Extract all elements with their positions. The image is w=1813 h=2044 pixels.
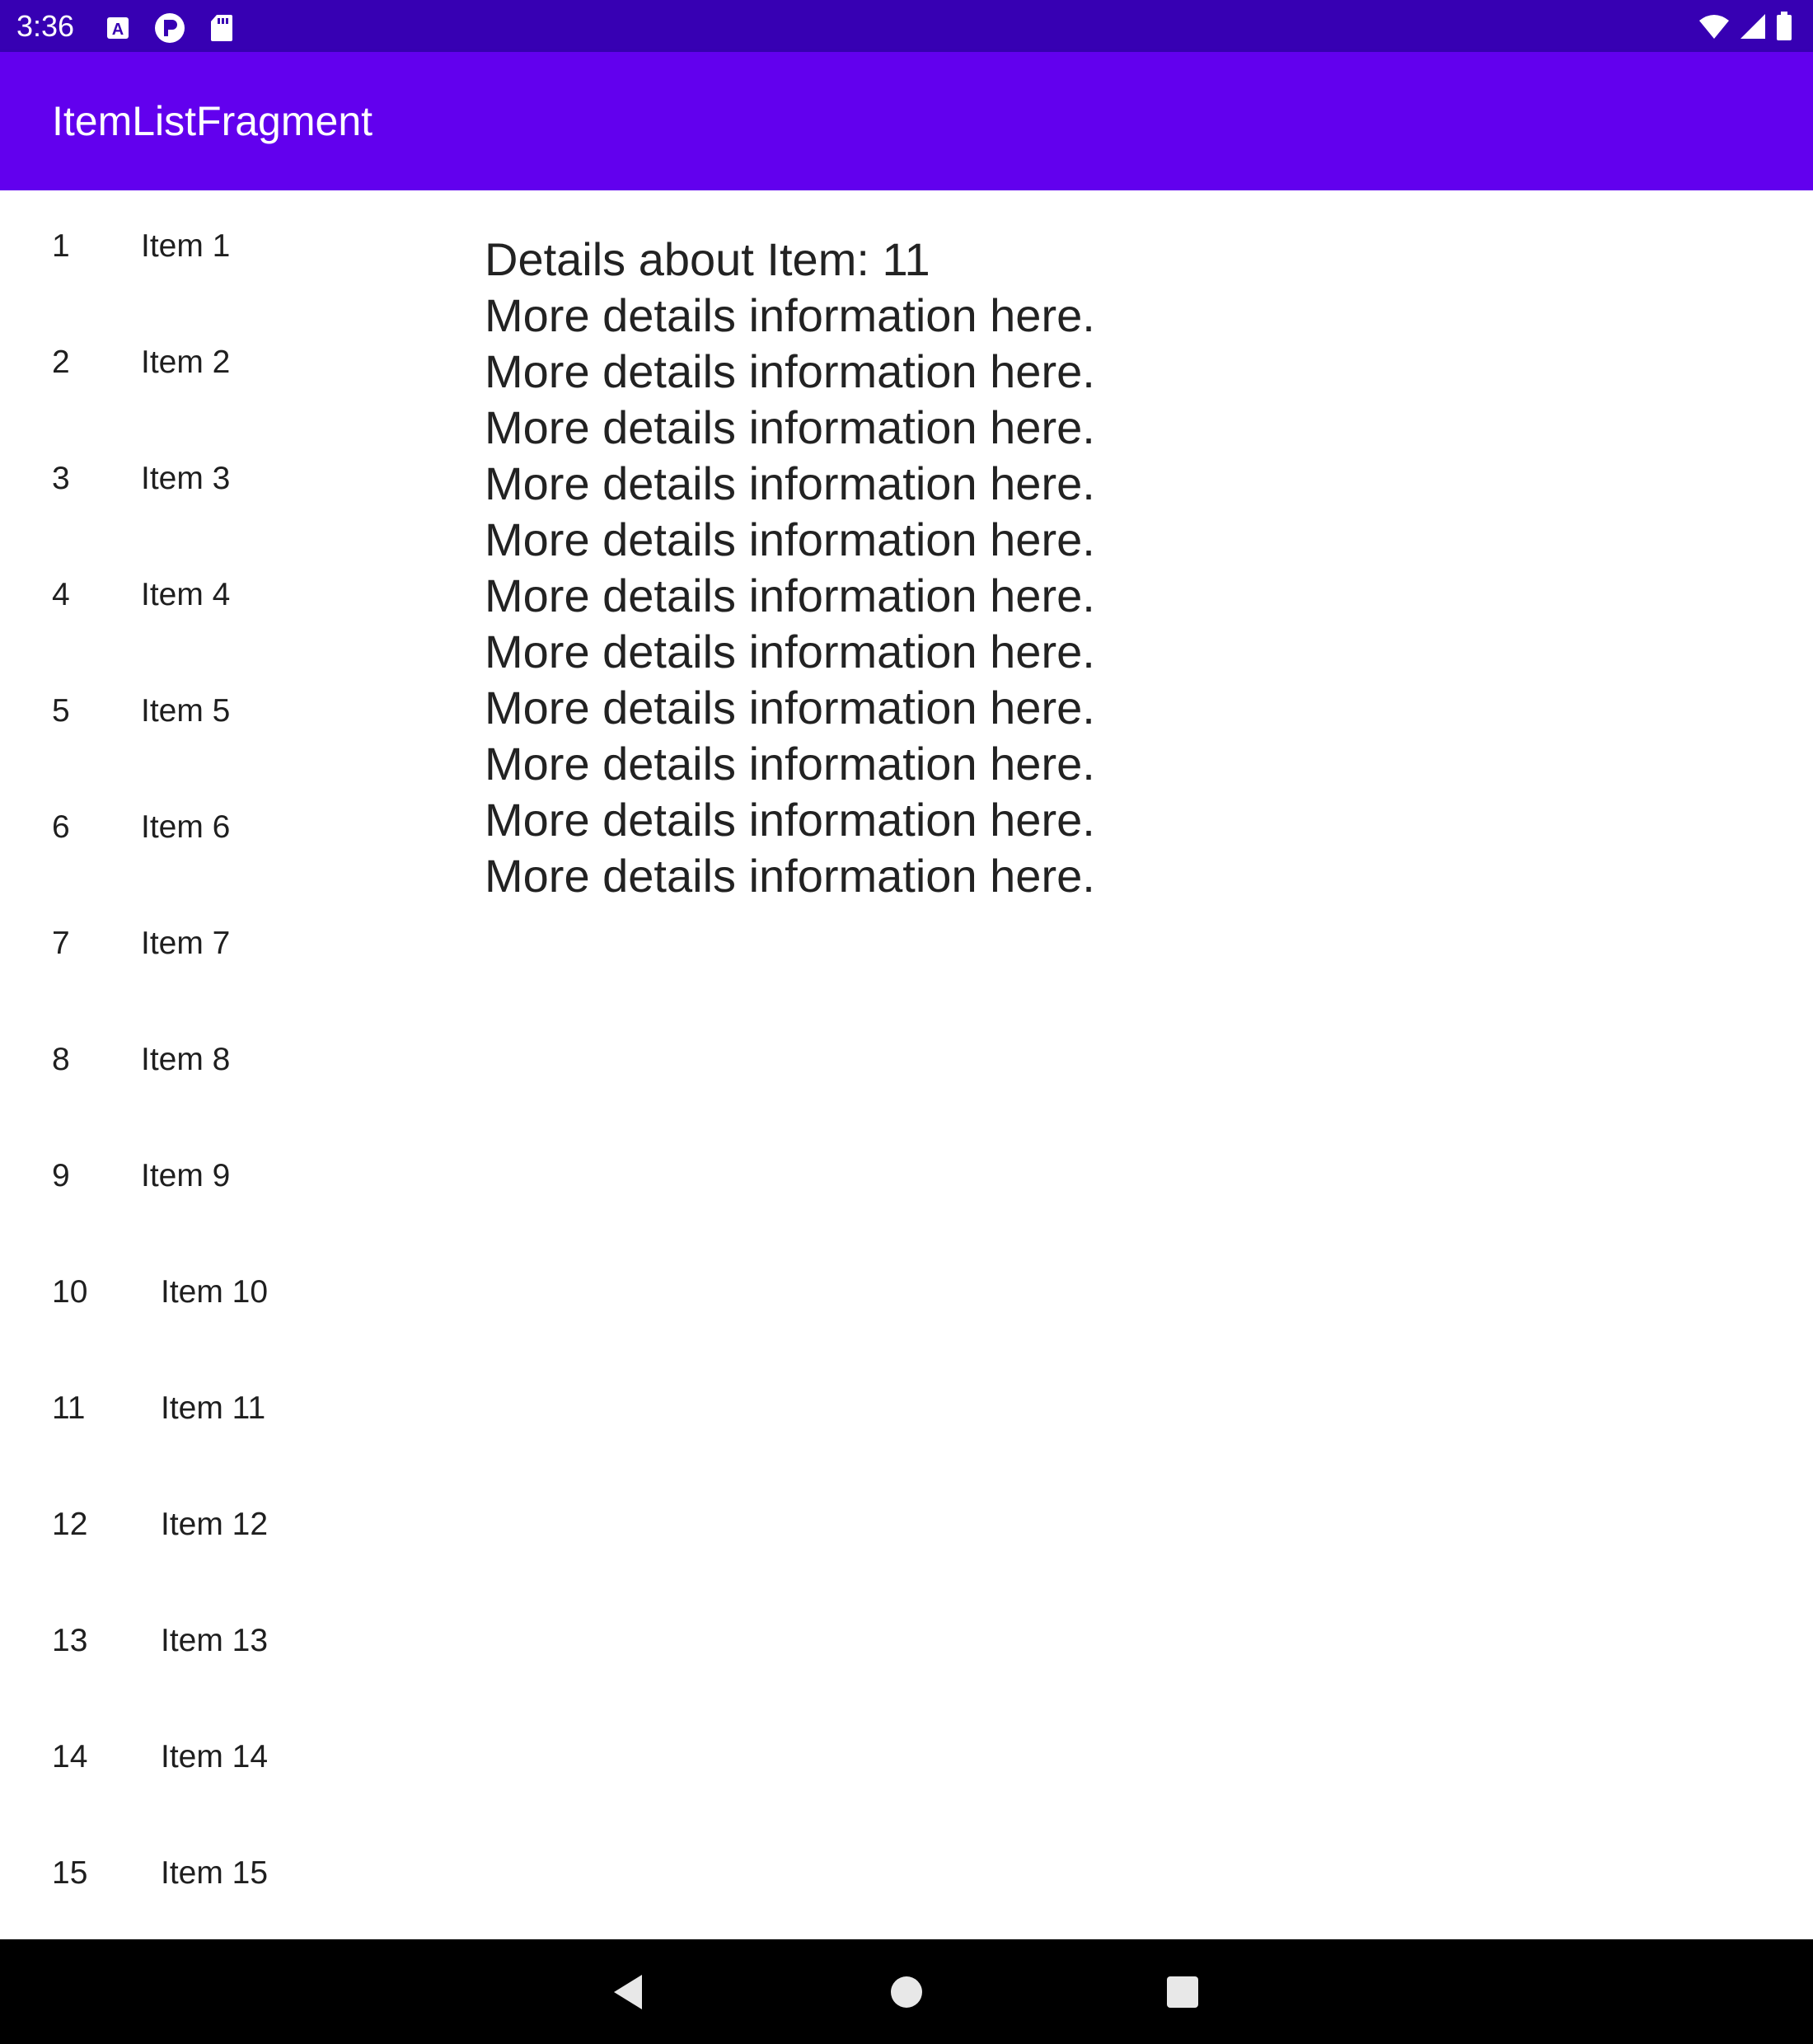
list-item[interactable]: 14 Item 14: [0, 1701, 461, 1817]
recents-icon: [1167, 1976, 1198, 2008]
details-lines: More details information here. More detai…: [485, 288, 1770, 904]
status-bar: 3:36 A: [0, 0, 1813, 52]
item-label: Item 4: [141, 577, 231, 612]
back-button[interactable]: [582, 1939, 672, 2044]
item-label: Item 12: [161, 1507, 269, 1542]
item-number: 15: [52, 1855, 88, 1891]
item-label: Item 9: [141, 1158, 231, 1193]
status-notification-icons: A: [105, 12, 234, 49]
list-item[interactable]: 13 Item 13: [0, 1585, 461, 1701]
list-item[interactable]: 5 Item 5: [0, 655, 461, 771]
cell-signal-icon: [1739, 12, 1767, 45]
back-icon: [614, 1974, 642, 2009]
list-item[interactable]: 10 Item 10: [0, 1236, 461, 1353]
details-heading: Details about Item: 11: [485, 233, 930, 285]
details-line: More details information here.: [485, 626, 1095, 677]
item-label: Item 8: [141, 1042, 231, 1077]
item-label: Item 1: [141, 228, 231, 264]
item-label: Item 5: [141, 693, 231, 729]
status-system-icons: [1698, 12, 1793, 45]
status-time: 3:36: [16, 9, 75, 43]
item-number: 11: [52, 1390, 86, 1426]
item-number: 7: [52, 926, 70, 961]
item-number: 3: [52, 461, 70, 496]
item-number: 8: [52, 1042, 70, 1077]
item-number: 13: [52, 1623, 88, 1658]
item-number: 6: [52, 809, 70, 845]
details-line: More details information here.: [485, 794, 1095, 846]
app-a-icon: A: [105, 16, 130, 45]
details-line: More details information here.: [485, 345, 1095, 397]
list-item[interactable]: 12 Item 12: [0, 1469, 461, 1585]
content-area: 1 Item 1 2 Item 2 3 Item 3 4 Item 4 5 Item 5 6 Item…: [0, 190, 1813, 1939]
details-line: More details information here.: [485, 570, 1095, 621]
sd-card-icon: [209, 13, 234, 47]
item-label: Item 14: [161, 1739, 269, 1774]
item-number: 9: [52, 1158, 70, 1193]
list-item[interactable]: 7 Item 7: [0, 888, 461, 1004]
details-line: More details information here.: [485, 850, 1095, 902]
item-number: 1: [52, 228, 70, 264]
wifi-icon: [1698, 12, 1731, 45]
list-item[interactable]: 9 Item 9: [0, 1120, 461, 1236]
item-number: 12: [52, 1507, 88, 1542]
list-item[interactable]: 11 Item 11: [0, 1353, 461, 1469]
details-line: More details information here.: [485, 738, 1095, 790]
item-label: Item 10: [161, 1274, 269, 1310]
item-number: 5: [52, 693, 70, 729]
list-item[interactable]: 15 Item 15: [0, 1817, 461, 1934]
list-item[interactable]: 3 Item 3: [0, 423, 461, 539]
item-label: Item 3: [141, 461, 231, 496]
item-number: 2: [52, 345, 70, 380]
item-label: Item 2: [141, 345, 231, 380]
list-item[interactable]: 6 Item 6: [0, 771, 461, 888]
home-icon: [891, 1976, 922, 2008]
list-item[interactable]: 2 Item 2: [0, 307, 461, 423]
item-label: Item 13: [161, 1623, 269, 1658]
details-line: More details information here.: [485, 682, 1095, 734]
svg-text:A: A: [112, 21, 124, 39]
item-number: 4: [52, 577, 70, 612]
item-label: Item 11: [161, 1390, 266, 1426]
list-item[interactable]: 8 Item 8: [0, 1004, 461, 1120]
details-line: More details information here.: [485, 513, 1095, 565]
item-label: Item 7: [141, 926, 231, 961]
details-line: More details information here.: [485, 457, 1095, 509]
navigation-bar: [0, 1939, 1813, 2044]
details-line: More details information here.: [485, 401, 1095, 453]
app-p-icon: [153, 12, 186, 49]
battery-icon: [1775, 12, 1793, 45]
item-number: 10: [52, 1274, 88, 1310]
home-button[interactable]: [861, 1939, 952, 2044]
details-line: More details information here.: [485, 289, 1095, 341]
app-bar: ItemListFragment: [0, 52, 1813, 190]
list-item[interactable]: 4 Item 4: [0, 539, 461, 655]
item-details: Details about Item: 11 More details info…: [485, 232, 1770, 904]
recents-button[interactable]: [1137, 1939, 1228, 2044]
item-number: 14: [52, 1739, 88, 1774]
list-item[interactable]: 1 Item 1: [0, 190, 461, 307]
item-label: Item 6: [141, 809, 231, 845]
item-label: Item 15: [161, 1855, 269, 1891]
item-list[interactable]: 1 Item 1 2 Item 2 3 Item 3 4 Item 4 5 Item 5 6 Item…: [0, 190, 461, 1934]
page-title: ItemListFragment: [52, 98, 373, 144]
